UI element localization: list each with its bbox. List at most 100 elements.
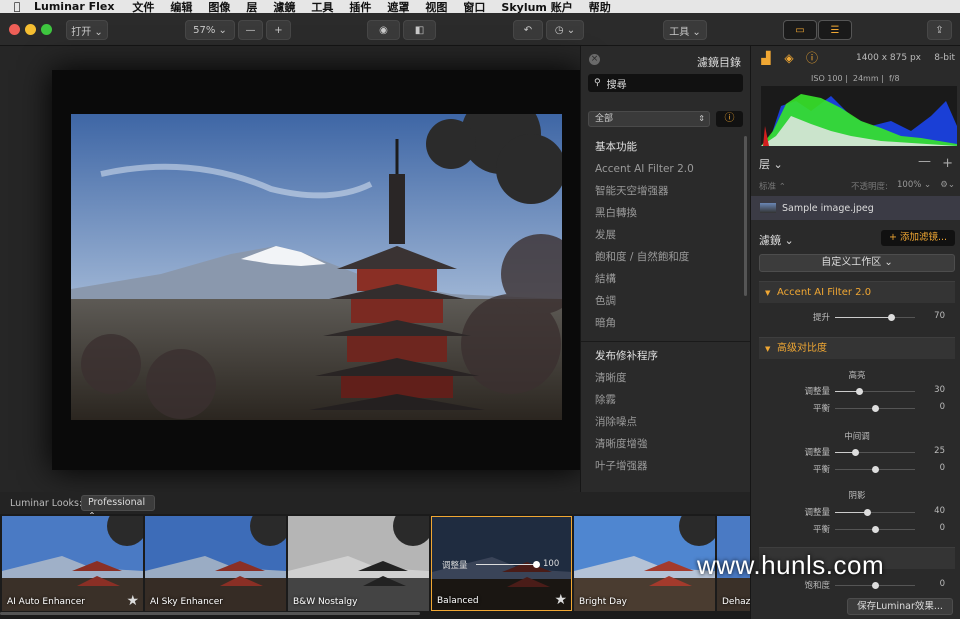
filter-item[interactable]: 清晰度增強 [595, 433, 745, 455]
filter-item[interactable]: 暗角 [595, 312, 745, 334]
layers-dropdown[interactable]: 层 ⌄ [759, 158, 783, 171]
slider-knob[interactable] [856, 388, 863, 395]
slider-knob[interactable] [864, 509, 871, 516]
slider-knob[interactable] [872, 582, 879, 589]
filter-item[interactable]: 智能天空增强器 [595, 180, 745, 202]
close-window-button[interactable] [9, 24, 20, 35]
look-thumbnail[interactable]: AI Auto Enhancer ★ [2, 516, 143, 611]
menu-layer[interactable]: 层 [246, 0, 257, 14]
menu-edit[interactable]: 编辑 [170, 0, 192, 14]
toolbar: 打开 ⌄ 57% ⌄ — + ◉ ◧ ↶ ◷ ⌄ 工具 ⌄ ▭ ☰ ⇪ [0, 13, 960, 46]
divider [581, 341, 759, 342]
menu-app-name[interactable]: Luminar Flex [34, 0, 114, 13]
slider-knob[interactable] [872, 526, 879, 533]
apple-icon[interactable]:  [0, 0, 34, 13]
share-icon[interactable]: ⇪ [927, 20, 952, 40]
menu-image[interactable]: 图像 [208, 0, 230, 14]
undo-icon[interactable]: ↶ [513, 20, 543, 40]
filter-item[interactable]: 除霧 [595, 389, 745, 411]
filter-item[interactable]: 叶子增强器 [595, 455, 745, 477]
slider-label: 平衡 [812, 525, 830, 535]
slider-label: 提升 [812, 313, 830, 323]
layer-row[interactable]: Sample image.jpeg [751, 196, 960, 220]
menu-tools[interactable]: 工具 [311, 0, 333, 14]
maximize-window-button[interactable] [41, 24, 52, 35]
updown-icon: ⇕ [698, 114, 705, 123]
filter-item[interactable]: 消除噪点 [595, 411, 745, 433]
filter-item[interactable]: 清晰度 [595, 367, 745, 389]
minimize-window-button[interactable] [25, 24, 36, 35]
slider-knob[interactable] [533, 561, 540, 568]
filter-item[interactable]: 发展 [595, 224, 745, 246]
minus-icon[interactable]: — [918, 154, 931, 169]
info-icon[interactable]: ⓘ [716, 111, 743, 127]
image-canvas[interactable] [0, 46, 580, 492]
zoom-in-button[interactable]: + [266, 20, 291, 40]
gear-icon[interactable]: ⚙⌄ [940, 180, 955, 190]
menu-filter[interactable]: 濾鏡 [273, 0, 295, 14]
filter-group-finishing: 发布修补程序 [595, 350, 658, 362]
accent-ai-filter-header[interactable]: ▼ Accent AI Filter 2.0 [759, 281, 955, 303]
look-thumbnail[interactable]: Bright Day [574, 516, 715, 611]
slider-label: 调整量 [804, 387, 830, 397]
menu-mask[interactable]: 遮罩 [387, 0, 409, 14]
adjust-panel-icon[interactable]: ☰ [818, 20, 852, 40]
star-icon[interactable]: ★ [554, 592, 567, 608]
add-filter-button[interactable]: + 添加滤镜... [881, 230, 955, 246]
workspace-select[interactable]: 自定义工作区 ⌄ [759, 254, 955, 272]
filter-item[interactable]: 色調 [595, 290, 745, 312]
look-amount-slider[interactable] [476, 564, 536, 565]
filter-item[interactable]: Accent AI Filter 2.0 [595, 158, 745, 180]
scrollbar-thumb[interactable] [0, 612, 420, 615]
zoom-out-button[interactable]: — [238, 20, 263, 40]
slider-knob[interactable] [872, 405, 879, 412]
look-thumbnail[interactable]: AI Sky Enhancer [145, 516, 286, 611]
filter-item[interactable]: 結構 [595, 268, 745, 290]
tools-button[interactable]: 工具 ⌄ [663, 20, 707, 40]
menu-view[interactable]: 视图 [425, 0, 447, 14]
menu-window[interactable]: 窗口 [463, 0, 485, 14]
info-circle-icon[interactable]: ⓘ [805, 51, 819, 65]
filter-category-select[interactable]: 全部 ⇕ [588, 111, 710, 127]
save-luminar-look-button[interactable]: 保存Luminar效果... [847, 598, 953, 615]
histogram-icon[interactable]: ▟ [759, 51, 773, 65]
looks-collection-select[interactable]: Professional ⌃ [81, 495, 155, 522]
filter-list-scrollbar[interactable] [744, 136, 747, 296]
look-name: Dehaze [722, 597, 750, 607]
look-thumbnail-selected[interactable]: 调整量 100 Balanced ★ [431, 516, 572, 611]
pagoda-photo-illustration [71, 114, 562, 420]
advanced-contrast-header[interactable]: ▼ 高级对比度 [759, 337, 955, 359]
histogram [761, 86, 957, 146]
slider-knob[interactable] [852, 449, 859, 456]
history-icon[interactable]: ◷ ⌄ [546, 20, 584, 40]
main-photo[interactable] [71, 114, 562, 420]
opacity-select[interactable]: 100% ⌄ [897, 180, 931, 190]
eye-icon[interactable]: ◉ [367, 20, 400, 40]
filter-item[interactable]: 黑白轉換 [595, 202, 745, 224]
slider-knob[interactable] [888, 314, 895, 321]
slider-knob[interactable] [872, 466, 879, 473]
menu-plugins[interactable]: 插件 [349, 0, 371, 14]
compare-icon[interactable]: ◧ [403, 20, 436, 40]
layers-icon[interactable]: ◈ [782, 51, 796, 65]
slider-value: 70 [934, 311, 945, 321]
filter-item[interactable]: 飽和度 / 自然飽和度 [595, 246, 745, 268]
star-icon[interactable]: ★ [126, 593, 139, 609]
zoom-select[interactable]: 57% ⌄ [185, 20, 235, 40]
blend-mode-select[interactable]: 标准 ⌃ [759, 182, 786, 192]
slider-label: 调整量 [804, 448, 830, 458]
menu-account[interactable]: Skylum 账户 [501, 0, 572, 14]
filters-dropdown[interactable]: 濾鏡 ⌄ [759, 234, 794, 247]
menu-file[interactable]: 文件 [132, 0, 154, 14]
layout-toggle-icon[interactable]: ▭ [783, 20, 817, 40]
slider-value: 40 [934, 506, 945, 516]
open-button[interactable]: 打开 ⌄ [66, 20, 108, 40]
menu-help[interactable]: 帮助 [589, 0, 611, 14]
highlights-balance-row: 平衡 0 [759, 401, 955, 415]
look-thumbnail[interactable]: B&W Nostalgy [288, 516, 429, 611]
filter-search-input[interactable]: ⚲ 搜尋 [588, 74, 743, 92]
info-header: ▟ ◈ ⓘ 1400 x 875 px 8-bit [751, 46, 960, 71]
plus-icon[interactable]: + [942, 156, 953, 171]
looks-scrollbar[interactable] [0, 612, 750, 616]
zoom-value: 57% [193, 24, 216, 36]
